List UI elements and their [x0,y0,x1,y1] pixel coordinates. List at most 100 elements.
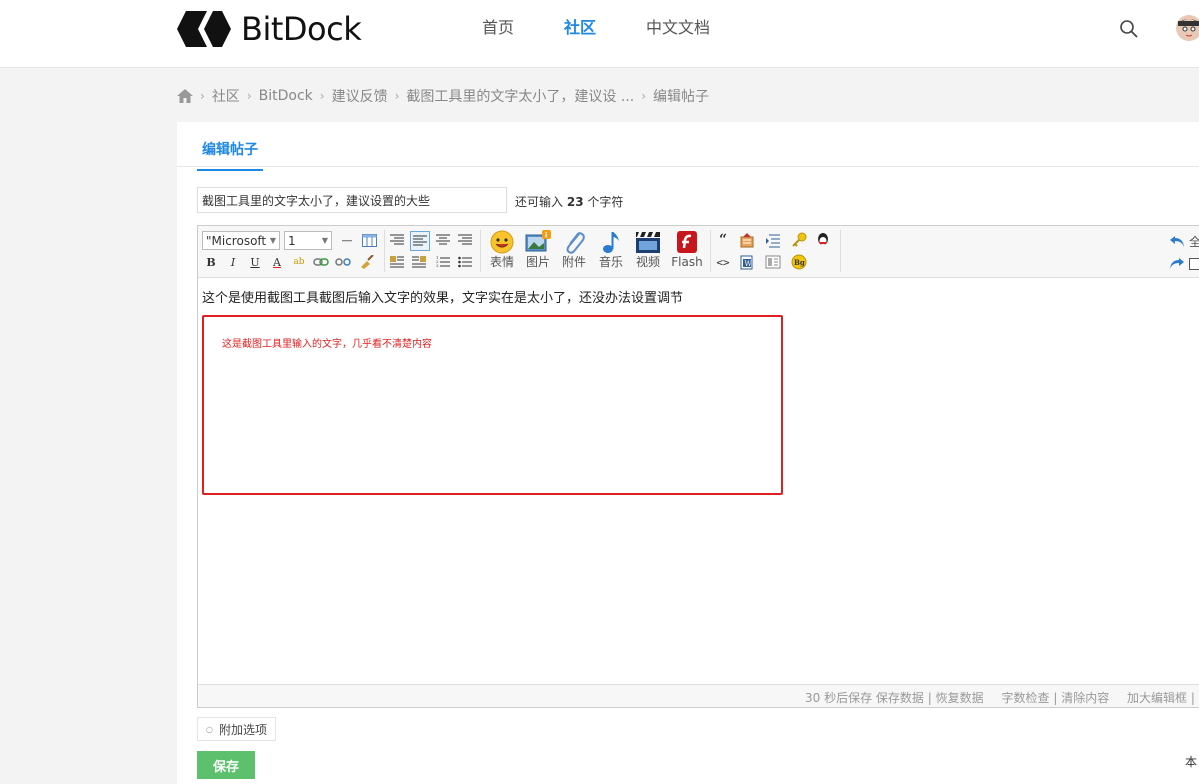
separator: | [1190,691,1195,705]
highlight-icon[interactable]: ab [290,253,308,271]
paperclip-icon [566,232,585,254]
char-count-number: 23 [566,195,584,209]
svg-text:W: W [745,260,753,268]
template-icon[interactable] [764,253,782,271]
enlarge-editor-link[interactable]: 加大编辑框 [1127,691,1187,705]
editor-content[interactable]: 这个是使用截图工具截图后输入文字的效果，文字实在是太小了，还没办法设置调节 这是… [198,279,1199,684]
clear-format-icon[interactable] [358,253,376,271]
smiley-icon [490,230,514,254]
font-family-select[interactable]: "Microsoft ▼ [202,231,280,250]
chevron-right-icon: › [246,89,252,103]
music-label: 音乐 [598,255,623,269]
unordered-list-icon[interactable] [456,253,474,271]
emoji-button[interactable]: 表情 [484,230,520,274]
font-size-value: 1 [288,233,296,248]
toolbar-divider [384,230,385,272]
float-right-icon[interactable] [410,253,428,271]
chevron-right-icon: › [200,89,205,103]
html-mode-checkbox[interactable] [1186,255,1199,273]
restore-data-link[interactable]: 恢复数据 [936,691,984,705]
qq-icon[interactable] [814,231,832,249]
image-icon: i [525,230,551,252]
search-icon[interactable] [1119,19,1139,39]
ordered-list-icon[interactable]: 123 [434,253,452,271]
unlink-icon[interactable] [334,253,352,271]
autosave-text: 30 秒后保存 [805,691,873,705]
separator: | [927,691,932,705]
clapperboard-icon [636,232,660,253]
top-header: BitDock 首页 社区 中文文档 [0,0,1199,68]
logo-icon [177,11,231,47]
home-icon[interactable] [177,89,193,103]
breadcrumb-current: 编辑帖子 [653,89,710,105]
flash-icon [677,231,697,253]
undo-icon[interactable] [1168,232,1186,250]
video-button[interactable]: 视频 [630,230,666,274]
editor-statusbar: 30 秒后保存 保存数据 | 恢复数据 字数检查 | 清除内容 加大编辑框 | … [198,684,1199,707]
extra-options-toggle[interactable]: ○ 附加选项 [197,717,276,741]
link-icon[interactable] [312,253,330,271]
save-button[interactable]: 保存 [197,751,255,779]
paste-word-icon[interactable]: W [738,253,756,271]
embedded-screenshot-text: 这是截图工具里输入的文字，几乎看不清楚内容 [222,339,432,350]
underline-icon[interactable]: U [246,253,264,271]
rich-text-editor: "Microsoft ▼ 1 ▼ — B I U A ab 1 2 3 表情 i… [197,225,1199,708]
font-family-value: "Microsoft [206,233,267,248]
breadcrumb-bitdock[interactable]: BitDock [259,88,313,104]
dropdown-arrow-icon: ▼ [321,236,328,245]
redo-icon[interactable] [1168,254,1186,272]
background-color-icon[interactable]: Bg [790,253,808,271]
password-key-icon[interactable] [790,231,808,249]
title-input[interactable] [197,187,507,213]
flash-label: Flash [671,255,703,269]
attachment-label: 附件 [561,255,586,269]
avatar[interactable] [1176,15,1199,41]
char-count-prefix: 还可输入 [515,195,564,209]
logo[interactable]: BitDock [177,10,362,48]
quote-icon[interactable]: “ [714,231,732,249]
chevron-right-icon: › [394,89,400,103]
nav-community[interactable]: 社区 [564,18,596,38]
logo-text: BitDock [241,10,362,48]
code-icon[interactable]: <> [714,253,732,271]
attachment-button[interactable]: 附件 [556,230,592,274]
align-justify-icon[interactable] [410,231,430,251]
main-nav: 首页 社区 中文文档 [482,18,760,38]
bold-icon[interactable]: B [202,253,220,271]
chevron-right-icon: › [641,89,647,103]
italic-icon[interactable]: I [224,253,242,271]
embedded-screenshot: 这是截图工具里输入的文字，几乎看不清楚内容 [202,315,783,495]
image-button[interactable]: i 图片 [520,230,556,274]
svg-text:Bg: Bg [794,258,805,267]
font-size-select[interactable]: 1 ▼ [284,231,332,250]
flash-button[interactable]: Flash [668,230,706,274]
nav-home[interactable]: 首页 [482,18,514,38]
align-right-icon[interactable] [456,231,474,249]
nav-docs[interactable]: 中文文档 [646,18,710,38]
separator: | [1053,691,1058,705]
hide-content-icon[interactable] [764,231,782,249]
word-check-link[interactable]: 字数检查 [1001,691,1049,705]
align-center-icon[interactable] [434,231,452,249]
save-data-link[interactable]: 保存数据 [876,691,924,705]
horizontal-rule-icon[interactable]: — [338,231,356,249]
tab-edit-post[interactable]: 编辑帖子 [197,139,263,171]
align-left-icon[interactable] [388,231,406,249]
table-icon[interactable] [360,231,378,249]
emoji-label: 表情 [489,255,514,269]
music-button[interactable]: 音乐 [593,230,629,274]
free-icon[interactable] [738,231,756,249]
chevron-right-icon: › [319,89,325,103]
select-all-label[interactable]: 全 [1186,232,1199,250]
breadcrumb-community[interactable]: 社区 [212,86,240,106]
clear-content-link[interactable]: 清除内容 [1061,691,1109,705]
font-color-icon[interactable]: A [268,253,286,271]
breadcrumb-feedback[interactable]: 建议反馈 [332,86,388,106]
avatar-face-icon [1176,15,1199,41]
bullet-icon: ○ [206,724,213,734]
float-left-icon[interactable] [388,253,406,271]
right-note: 本 [1185,755,1198,769]
char-count: 还可输入 23 个字符 [515,193,623,210]
image-label: 图片 [525,255,550,269]
breadcrumb-thread[interactable]: 截图工具里的文字太小了，建议设 ... [406,86,634,106]
